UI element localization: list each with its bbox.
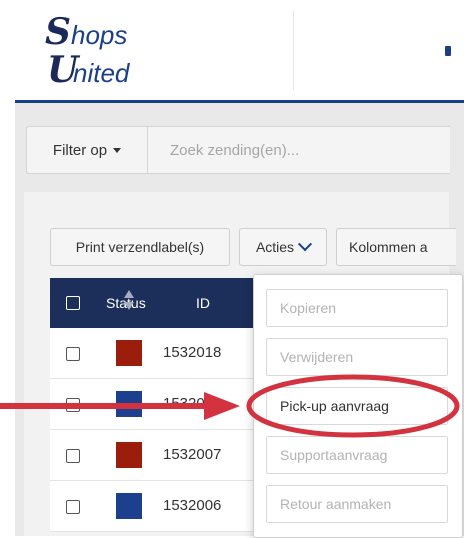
header-accent-line [15,100,464,103]
menu-item-verwijderen[interactable]: Verwijderen [266,338,448,376]
kolommen-button[interactable]: Kolommen a [336,228,456,266]
row-checkbox[interactable] [66,347,80,361]
menu-item-pickup-aanvraag[interactable]: Pick-up aanvraag [266,387,448,425]
row-checkbox[interactable] [66,500,80,514]
header: S hops U nited [15,0,464,100]
caret-down-icon [113,147,122,153]
print-labels-button[interactable]: Print verzendlabel(s) [50,228,230,266]
logo-text-united: nited [73,58,130,88]
status-indicator [116,493,142,519]
menu-item-supportaanvraag[interactable]: Supportaanvraag [266,436,448,474]
sort-icon[interactable] [124,290,134,314]
row-id: 1532018 [163,344,222,361]
chevron-down-icon [297,237,313,252]
status-indicator [116,442,142,468]
filter-bar: Filter op [26,126,450,174]
menu-item-label: Retour aanmaken [280,496,392,512]
row-id: 1532007 [163,446,222,463]
status-indicator [116,391,142,417]
kolommen-label: Kolommen a [349,239,428,255]
menu-item-label: Kopieren [280,300,337,316]
menu-item-label: Supportaanvraag [280,447,388,463]
id-column-header[interactable]: ID [196,295,210,311]
logo-letter-s: S [45,11,71,53]
filter-dropdown-button[interactable]: Filter op [27,127,148,173]
filter-button-label: Filter op [52,141,108,159]
menu-item-label: Verwijderen [280,349,354,365]
acties-button[interactable]: Acties [239,228,327,266]
header-divider [293,10,294,90]
menu-item-retour-aanmaken[interactable]: Retour aanmaken [266,485,448,523]
header-nav-fragment[interactable] [445,46,451,56]
status-indicator [116,340,142,366]
row-id: 1532011 [163,395,221,412]
row-checkbox[interactable] [66,398,80,412]
select-all-checkbox[interactable] [66,296,80,310]
acties-dropdown-menu: Kopieren Verwijderen Pick-up aanvraag Su… [253,274,463,538]
row-checkbox[interactable] [66,449,80,463]
logo-text-shops: hops [71,20,128,50]
shops-united-logo[interactable]: S hops U nited [45,14,195,94]
menu-item-kopieren[interactable]: Kopieren [266,289,448,327]
search-shipments-input[interactable] [148,127,450,173]
print-labels-label: Print verzendlabel(s) [75,239,205,255]
menu-item-label: Pick-up aanvraag [280,398,389,414]
row-id: 1532006 [163,497,222,514]
acties-label: Acties [255,239,295,255]
